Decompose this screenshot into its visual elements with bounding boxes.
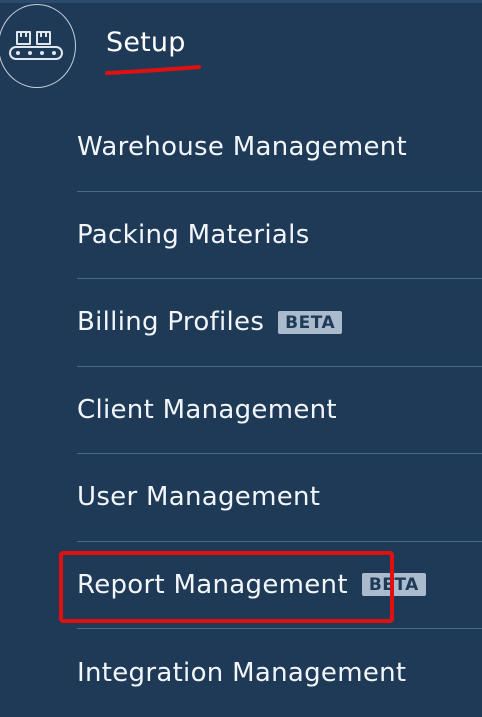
menu-item-packing-materials[interactable]: Packing Materials [77,192,482,279]
menu-item-user-management[interactable]: User Management [77,454,482,542]
menu-item-label: Billing Profiles [77,307,265,338]
beta-badge: BETA [278,310,343,334]
menu-item-client-management[interactable]: Client Management [77,367,482,454]
menu-item-label: Packing Materials [77,219,310,250]
menu-item-warehouse-management[interactable]: Warehouse Management [77,104,482,192]
top-border [0,0,482,3]
setup-section-icon[interactable] [0,4,76,88]
menu-item-label: Client Management [77,394,337,425]
menu-item-report-management[interactable]: Report Management BETA [77,542,482,629]
menu-item-label: Integration Management [77,657,407,688]
setup-submenu: Warehouse Management Packing Materials B… [77,104,482,717]
menu-item-label: Report Management [77,569,348,600]
beta-badge: BETA [361,573,426,597]
conveyor-icon [9,31,63,60]
menu-item-label: Warehouse Management [77,132,408,163]
menu-item-integration-management[interactable]: Integration Management [77,629,482,717]
annotation-underline [105,65,201,75]
menu-item-label: User Management [77,482,321,513]
section-title[interactable]: Setup [106,27,186,58]
menu-item-billing-profiles[interactable]: Billing Profiles BETA [77,279,482,367]
